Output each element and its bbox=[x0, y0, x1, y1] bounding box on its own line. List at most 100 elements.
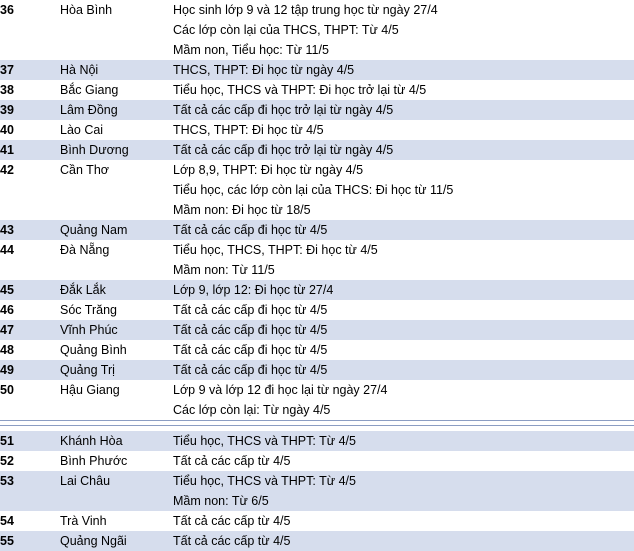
province-cell: Bắc Giang bbox=[60, 80, 173, 100]
row-number-cell: 47 bbox=[0, 320, 60, 340]
row-number: 52 bbox=[0, 454, 14, 468]
schedule-detail-cell: Học sinh lớp 9 và 12 tập trung học từ ng… bbox=[173, 0, 634, 60]
schedule-detail-line: Tất cả các cấp đi học trở lại từ ngày 4/… bbox=[173, 103, 394, 117]
province-filler bbox=[60, 491, 173, 511]
schedule-detail-cell: Lớp 8,9, THPT: Đi học từ ngày 4/5 Tiểu họ… bbox=[173, 160, 634, 220]
row-number: 50 bbox=[0, 383, 14, 397]
row-number: 41 bbox=[0, 143, 14, 157]
row-number-cell: 54 bbox=[0, 511, 60, 531]
table-row: 37 Hà Nội THCS, THPT: Đi học từ ngày 4/5 bbox=[0, 60, 634, 80]
row-number-cell: 39 bbox=[0, 100, 60, 120]
schedule-detail-line: Mầm non: Từ 6/5 bbox=[173, 494, 269, 508]
row-number: 36 bbox=[0, 3, 14, 17]
schedule-detail-cell: Tất cả các cấp từ 4/5 bbox=[173, 451, 634, 471]
row-number: 49 bbox=[0, 363, 14, 377]
table-row: 53 Lai Châu Tiểu học, THCS và THPT: Từ 4… bbox=[0, 471, 634, 511]
province-cell: Cần Thơ bbox=[60, 160, 173, 220]
province-name: Hòa Bình bbox=[60, 3, 113, 17]
schedule-detail-line: Tất cả các cấp đi học từ 4/5 bbox=[173, 323, 328, 337]
schedule-detail-line: Các lớp còn lại: Từ ngày 4/5 bbox=[173, 403, 331, 417]
province-name: Đắk Lắk bbox=[60, 283, 106, 297]
row-number-cell: 36 bbox=[0, 0, 60, 60]
schedule-detail-line: Mầm non: Từ 11/5 bbox=[173, 263, 275, 277]
schedule-detail-line: Lớp 9, lớp 12: Đi học từ 27/4 bbox=[173, 283, 334, 297]
schedule-detail-line: Tất cả các cấp đi học từ 4/5 bbox=[173, 223, 328, 237]
row-number: 43 bbox=[0, 223, 14, 237]
schedule-detail-line: Tiểu học, THCS và THPT: Đi học trở lại t… bbox=[173, 83, 427, 97]
row-number: 55 bbox=[0, 534, 14, 548]
row-number-cell: 37 bbox=[0, 60, 60, 80]
row-number-cell: 42 bbox=[0, 160, 60, 220]
table-row: 36 Hòa Bình Học sinh lớp 9 và 12 tập tru… bbox=[0, 0, 634, 60]
row-number-cell: 43 bbox=[0, 220, 60, 240]
province-filler bbox=[60, 200, 173, 220]
row-number: 46 bbox=[0, 303, 14, 317]
schedule-table-container: 36 Hòa Bình Học sinh lớp 9 và 12 tập tru… bbox=[0, 0, 634, 551]
province-name: Lào Cai bbox=[60, 123, 104, 137]
schedule-detail-cell: Tất cả các cấp đi học từ 4/5 bbox=[173, 220, 634, 240]
province-name: Lâm Đồng bbox=[60, 103, 118, 117]
schedule-detail-line: Tất cả các cấp đi học từ 4/5 bbox=[173, 363, 328, 377]
schedule-detail-line: Tiểu học, THCS và THPT: Từ 4/5 bbox=[173, 434, 356, 448]
schedule-detail-cell: Tất cả các cấp từ 4/5 bbox=[173, 511, 634, 531]
province-filler bbox=[60, 400, 173, 420]
province-filler bbox=[60, 40, 173, 60]
schedule-detail-line: Tất cả các cấp từ 4/5 bbox=[173, 454, 291, 468]
table-row: 48 Quảng Bình Tất cả các cấp đi học từ 4/5 bbox=[0, 340, 634, 360]
schedule-detail-line: Tiểu học, các lớp còn lại của THCS: Đi h… bbox=[173, 183, 454, 197]
province-name: Quảng Ngãi bbox=[60, 534, 127, 548]
table-row: 54 Trà Vinh Tất cả các cấp từ 4/5 bbox=[0, 511, 634, 531]
province-name: Sóc Trăng bbox=[60, 303, 117, 317]
row-number-filler bbox=[0, 200, 60, 220]
province-cell: Sóc Trăng bbox=[60, 300, 173, 320]
schedule-detail-cell: Lớp 9 và lớp 12 đi học lại từ ngày 27/4 C… bbox=[173, 380, 634, 420]
row-number-filler bbox=[0, 400, 60, 420]
row-number: 51 bbox=[0, 434, 14, 448]
table-row: 38 Bắc Giang Tiểu học, THCS và THPT: Đi họ… bbox=[0, 80, 634, 100]
row-number-filler bbox=[0, 40, 60, 60]
row-number-cell: 44 bbox=[0, 240, 60, 280]
province-name: Lai Châu bbox=[60, 474, 111, 488]
province-cell: Lai Châu bbox=[60, 471, 173, 511]
schedule-detail-line: Tất cả các cấp đi học từ 4/5 bbox=[173, 343, 328, 357]
province-filler bbox=[60, 260, 173, 280]
table-row: 52 Bình Phước Tất cả các cấp từ 4/5 bbox=[0, 451, 634, 471]
row-number-cell: 51 bbox=[0, 431, 60, 451]
province-cell: Quảng Ngãi bbox=[60, 531, 173, 551]
divider-rule-bottom bbox=[0, 425, 634, 426]
province-cell: Đà Nẵng bbox=[60, 240, 173, 280]
province-name: Hậu Giang bbox=[60, 383, 120, 397]
schedule-detail-cell: Tiểu học, THCS và THPT: Đi học trở lại t… bbox=[173, 80, 634, 100]
table-row: 46 Sóc Trăng Tất cả các cấp đi học từ 4/5 bbox=[0, 300, 634, 320]
table-row: 41 Bình Dương Tất cả các cấp đi học trở lạ… bbox=[0, 140, 634, 160]
row-number: 38 bbox=[0, 83, 14, 97]
schedule-detail-cell: Tất cả các cấp đi học từ 4/5 bbox=[173, 320, 634, 340]
row-number-filler bbox=[0, 20, 60, 40]
schedule-detail-line: Lớp 9 và lớp 12 đi học lại từ ngày 27/4 bbox=[173, 383, 388, 397]
table-row: 42 Cần Thơ Lớp 8,9, THPT: Đi học từ ngày… bbox=[0, 160, 634, 220]
row-number-cell: 49 bbox=[0, 360, 60, 380]
schedule-detail-line: Học sinh lớp 9 và 12 tập trung học từ ng… bbox=[173, 3, 438, 17]
schedule-detail-line: Tiểu học, THCS và THPT: Từ 4/5 bbox=[173, 474, 356, 488]
schedule-detail-line: Tất cả các cấp từ 4/5 bbox=[173, 534, 291, 548]
province-cell: Bình Dương bbox=[60, 140, 173, 160]
table-row: 49 Quảng Trị Tất cả các cấp đi học từ 4/5 bbox=[0, 360, 634, 380]
row-number-filler bbox=[0, 260, 60, 280]
province-name: Khánh Hòa bbox=[60, 434, 123, 448]
school-reopening-schedule-table: 36 Hòa Bình Học sinh lớp 9 và 12 tập tru… bbox=[0, 0, 634, 551]
schedule-detail-line: THCS, THPT: Đi học từ 4/5 bbox=[173, 123, 324, 137]
schedule-detail-cell: Tiểu học, THCS và THPT: Từ 4/5 Mầm non: T… bbox=[173, 471, 634, 511]
schedule-detail-cell: Tất cả các cấp đi học từ 4/5 bbox=[173, 300, 634, 320]
province-cell: Quảng Bình bbox=[60, 340, 173, 360]
row-number-cell: 50 bbox=[0, 380, 60, 420]
province-name: Đà Nẵng bbox=[60, 243, 110, 257]
province-name: Quảng Trị bbox=[60, 363, 115, 377]
block-divider-cell bbox=[0, 420, 634, 431]
province-filler bbox=[60, 20, 173, 40]
schedule-detail-line: Mầm non, Tiểu học: Từ 11/5 bbox=[173, 43, 329, 57]
schedule-detail-cell: Tất cả các cấp đi học trở lại từ ngày 4/… bbox=[173, 100, 634, 120]
row-number-cell: 41 bbox=[0, 140, 60, 160]
schedule-detail-cell: Tiểu học, THCS và THPT: Từ 4/5 bbox=[173, 431, 634, 451]
row-number: 44 bbox=[0, 243, 14, 257]
block-divider bbox=[0, 420, 634, 431]
